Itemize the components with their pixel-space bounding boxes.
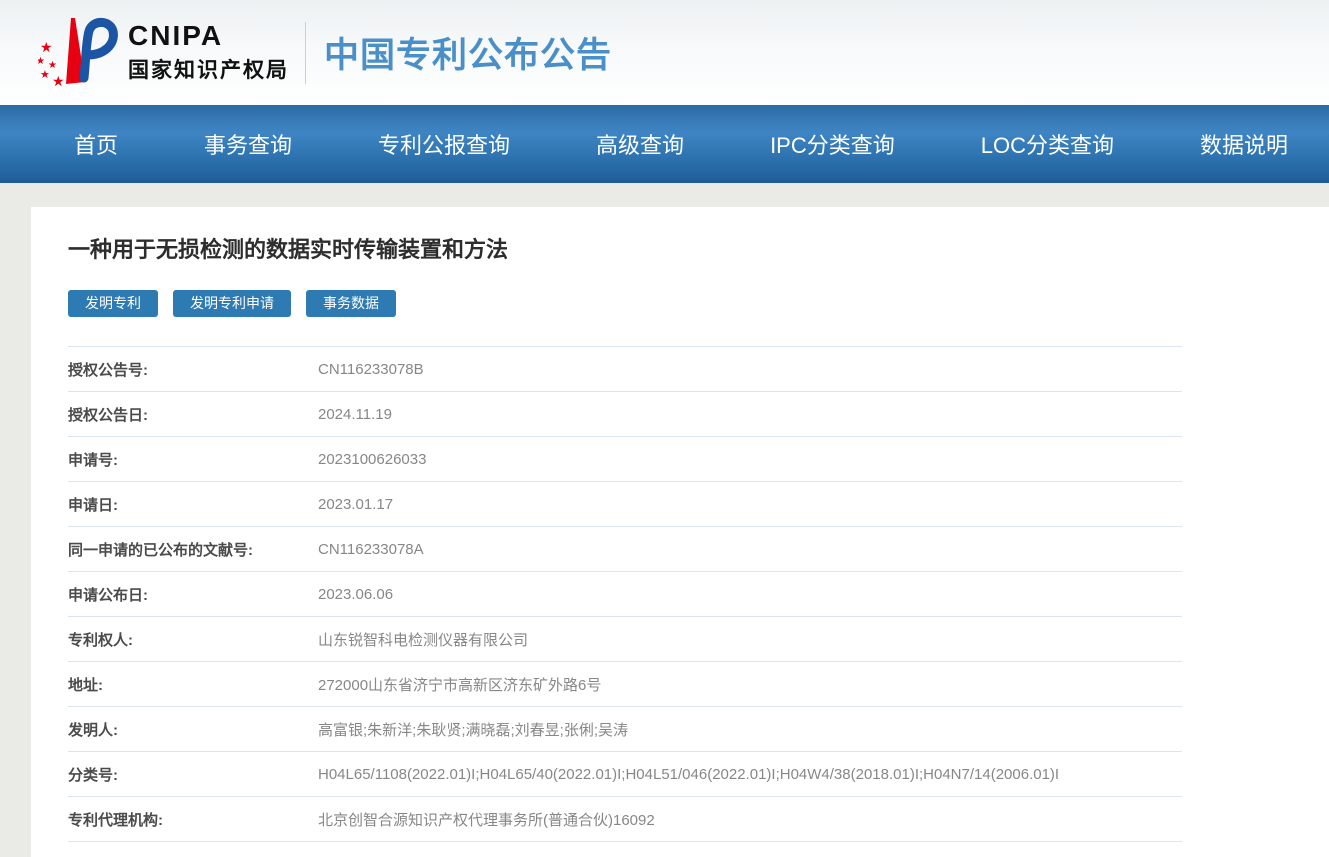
- star-icon: ★: [52, 73, 65, 89]
- nav-item-transaction-query[interactable]: 事务查询: [204, 128, 292, 160]
- row-grant-publication-date: 授权公告日: 2024.11.19: [68, 392, 1182, 437]
- logo-cn: 国家知识产权局: [128, 54, 289, 84]
- field-value: 北京创智合源知识产权代理事务所(普通合伙)16092: [318, 797, 1182, 842]
- logo-text: CNIPA 国家知识产权局: [128, 21, 289, 84]
- star-icon: ★: [40, 69, 50, 81]
- field-value: CN116233078B: [318, 347, 1182, 392]
- row-patent-agency: 专利代理机构: 北京创智合源知识产权代理事务所(普通合伙)16092: [68, 797, 1182, 842]
- field-label: 申请公布日:: [68, 572, 318, 617]
- field-value: 272000山东省济宁市高新区济东矿外路6号: [318, 662, 1182, 707]
- field-label: 同一申请的已公布的文献号:: [68, 527, 318, 572]
- tag-invention-patent[interactable]: 发明专利: [68, 290, 158, 317]
- patent-title: 一种用于无损检测的数据实时传输装置和方法: [68, 237, 1329, 263]
- row-same-application-published-document: 同一申请的已公布的文献号: CN116233078A: [68, 527, 1182, 572]
- field-value: 2023100626033: [318, 437, 1182, 482]
- row-application-number: 申请号: 2023100626033: [68, 437, 1182, 482]
- row-inventors: 发明人: 高富银;朱新洋;朱耿贤;满晓磊;刘春昱;张俐;吴涛: [68, 707, 1182, 752]
- row-patentee: 专利权人: 山东锐智科电检测仪器有限公司: [68, 617, 1182, 662]
- field-value: 2023.06.06: [318, 572, 1182, 617]
- field-label: 授权公告号:: [68, 347, 318, 392]
- nav-item-home[interactable]: 首页: [74, 128, 118, 160]
- row-classification-number: 分类号: H04L65/1108(2022.01)I;H04L65/40(202…: [68, 752, 1182, 797]
- nav-item-advanced-query[interactable]: 高级查询: [596, 128, 684, 160]
- field-value: CN116233078A: [318, 527, 1182, 572]
- cnipa-logo-icon: ★ ★ ★ ★ ★: [38, 12, 124, 94]
- row-application-publication-date: 申请公布日: 2023.06.06: [68, 572, 1182, 617]
- site-title: 中国专利公布公告: [324, 27, 612, 78]
- field-label: 地址:: [68, 662, 318, 707]
- patent-fields-table: 授权公告号: CN116233078B 授权公告日: 2024.11.19 申请…: [68, 346, 1182, 842]
- field-label: 申请日:: [68, 482, 318, 527]
- main-nav: 首页 事务查询 专利公报查询 高级查询 IPC分类查询 LOC分类查询 数据说明: [0, 105, 1329, 183]
- nav-item-ipc-query[interactable]: IPC分类查询: [770, 128, 895, 160]
- field-value: 2023.01.17: [318, 482, 1182, 527]
- nav-item-data-notes[interactable]: 数据说明: [1200, 128, 1288, 160]
- field-label: 授权公告日:: [68, 392, 318, 437]
- field-value: H04L65/1108(2022.01)I;H04L65/40(2022.01)…: [318, 752, 1182, 797]
- row-application-date: 申请日: 2023.01.17: [68, 482, 1182, 527]
- star-icon: ★: [38, 56, 45, 67]
- site-header: ★ ★ ★ ★ ★ CNIPA 国家知识产权局 中国专利公布公告: [0, 0, 1329, 105]
- header-divider: [305, 22, 306, 84]
- logo-blue-p: [84, 22, 113, 78]
- field-value: 山东锐智科电检测仪器有限公司: [318, 617, 1182, 662]
- logo-en: CNIPA: [128, 21, 289, 51]
- nav-item-loc-query[interactable]: LOC分类查询: [981, 128, 1114, 160]
- tag-row: 发明专利 发明专利申请 事务数据: [68, 290, 1329, 317]
- field-label: 专利代理机构:: [68, 797, 318, 842]
- row-grant-publication-number: 授权公告号: CN116233078B: [68, 347, 1182, 392]
- nav-item-gazette-query[interactable]: 专利公报查询: [378, 128, 510, 160]
- field-label: 分类号:: [68, 752, 318, 797]
- field-label: 发明人:: [68, 707, 318, 752]
- star-icon: ★: [40, 39, 53, 55]
- tag-transaction-data[interactable]: 事务数据: [306, 290, 396, 317]
- tag-invention-application[interactable]: 发明专利申请: [173, 290, 291, 317]
- content-area: 一种用于无损检测的数据实时传输装置和方法 发明专利 发明专利申请 事务数据 授权…: [0, 183, 1329, 857]
- row-address: 地址: 272000山东省济宁市高新区济东矿外路6号: [68, 662, 1182, 707]
- field-label: 申请号:: [68, 437, 318, 482]
- patent-detail-card: 一种用于无损检测的数据实时传输装置和方法 发明专利 发明专利申请 事务数据 授权…: [31, 207, 1329, 857]
- field-value: 2024.11.19: [318, 392, 1182, 437]
- field-value: 高富银;朱新洋;朱耿贤;满晓磊;刘春昱;张俐;吴涛: [318, 707, 1182, 752]
- field-label: 专利权人:: [68, 617, 318, 662]
